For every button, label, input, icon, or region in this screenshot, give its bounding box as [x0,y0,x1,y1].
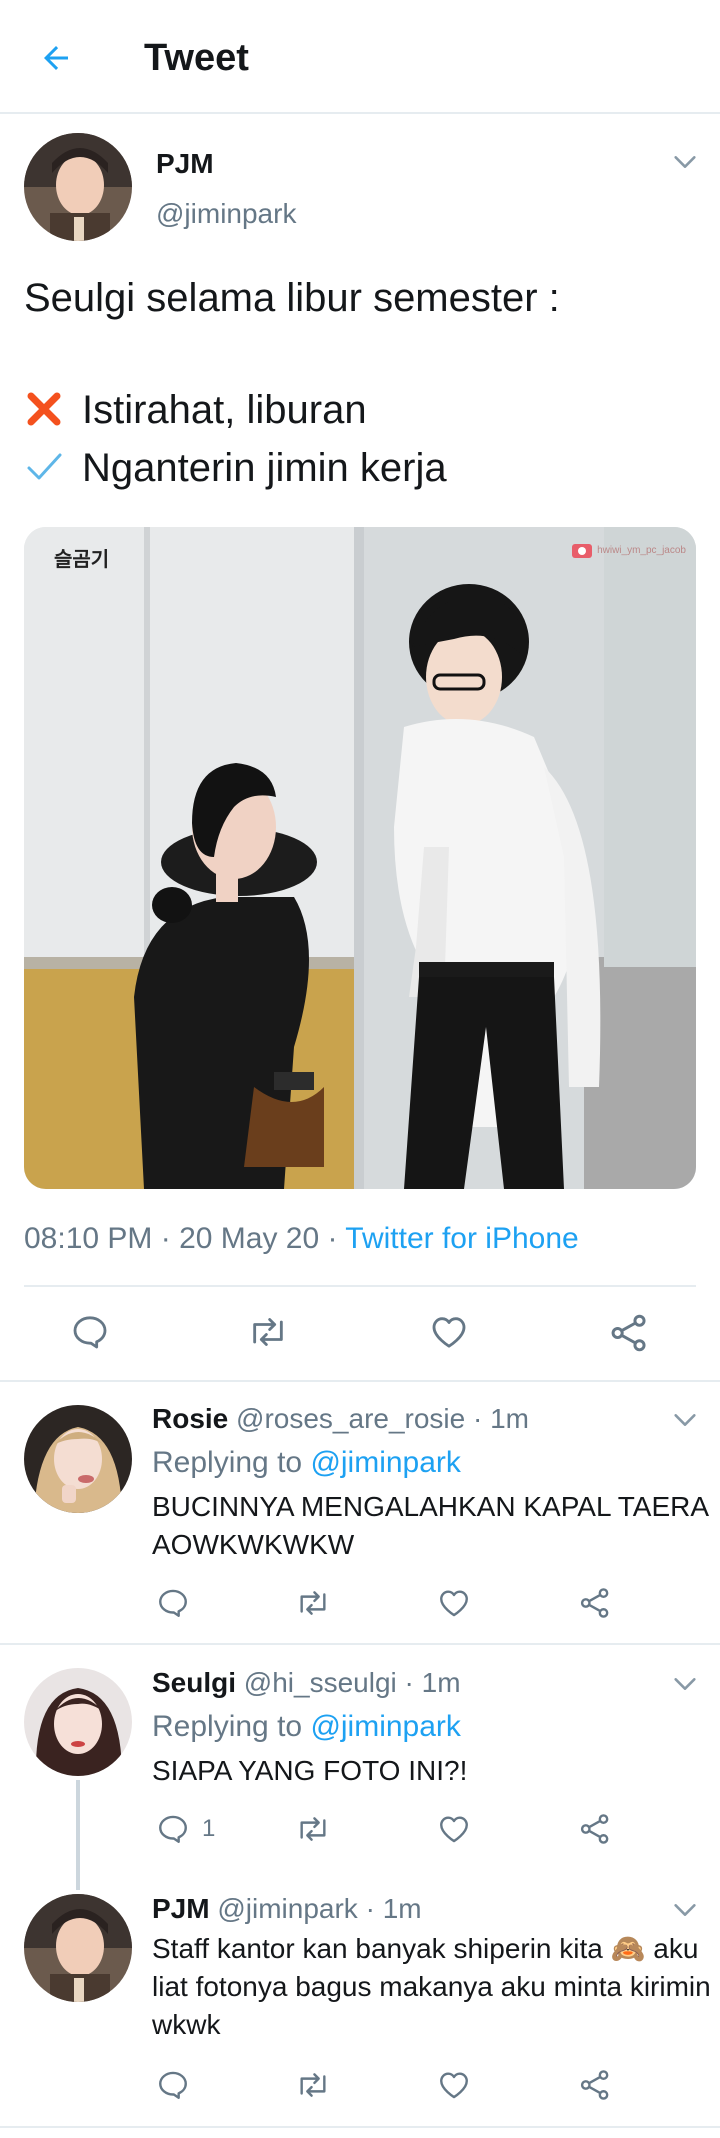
section-divider [0,1380,720,1382]
check-mark-icon [27,453,62,480]
page-title: Tweet [144,37,249,79]
tweet-list-item: Istirahat, liburan [24,384,367,436]
like-button[interactable] [428,1312,470,1352]
reply-button[interactable] [70,1312,110,1352]
reply-header: Rosie @roses_are_rosie · 1m [152,1403,529,1435]
like-button[interactable] [436,2068,472,2102]
header-divider [0,112,720,114]
comment-icon [73,1316,107,1349]
share-button[interactable] [578,1586,612,1620]
reply-button[interactable]: 1 [156,1812,215,1846]
retweet-icon [300,1591,326,1615]
reply-header: Seulgi @hi_sseulgi · 1m [152,1667,461,1699]
share-button[interactable] [578,1812,612,1846]
reply-text: SIAPA YANG FOTO INI?! [152,1755,468,1786]
retweet-button[interactable] [294,1586,332,1620]
reply-text: Staff kantor kan banyak shiperin kita 🙈 … [152,1933,711,2040]
tweet-meta: 08:10 PM · 20 May 20 · Twitter for iPhon… [24,1222,579,1256]
tweet-timestamp: 08:10 PM · 20 May 20 · [24,1222,346,1255]
retweet-icon [300,1817,326,1841]
photo-watermark: 슬곰기 [54,547,110,571]
tweet-source-link[interactable]: Twitter for iPhone [345,1222,578,1255]
thread-connector [76,1780,80,1890]
heart-icon [440,2072,468,2099]
reply-divider [0,2126,720,2128]
comment-icon [159,1589,187,1617]
author-handle[interactable]: @jiminpark [156,198,296,230]
tweet-text-line: Seulgi selama libur semester : [24,276,560,320]
share-icon [580,1814,609,1844]
heart-icon [440,1816,468,1843]
replying-to-link[interactable]: @jiminpark [310,1446,460,1479]
reply-avatar[interactable] [24,1668,132,1776]
tweet-list-text: Istirahat, liburan [82,388,367,432]
tweet-options-button[interactable] [671,148,699,176]
arrow-left-icon [44,46,68,70]
tweet-list-text: Nganterin jimin kerja [82,446,447,490]
comment-icon [159,1815,187,1843]
camera-icon [572,544,593,558]
reply-handle-time[interactable]: @hi_sseulgi · 1m [244,1667,461,1698]
heart-icon [440,1590,468,1617]
reply-author-name[interactable]: Seulgi [152,1667,236,1698]
reply-button[interactable] [156,2068,190,2102]
heart-icon [432,1317,466,1348]
replying-prefix: Replying to [152,1710,311,1743]
retweet-icon [253,1318,283,1346]
share-button[interactable] [608,1312,650,1354]
reply-divider [0,1643,720,1645]
retweet-button[interactable] [294,1812,332,1846]
tweet-photo[interactable]: 슬곰기 hwiwi_ym_pc_jacob [24,527,696,1189]
photo-credit-text: hwiwi_ym_pc_jacob [597,544,686,556]
replying-to-link[interactable]: @jiminpark [310,1710,460,1743]
reply-avatar[interactable] [24,1894,132,2002]
author-avatar[interactable] [24,133,132,241]
comment-icon [159,2071,187,2099]
replying-to: Replying to @jiminpark [152,1710,461,1744]
reply-avatar[interactable] [24,1405,132,1513]
share-icon [580,2070,609,2100]
reply-handle-time[interactable]: @roses_are_rosie · 1m [236,1403,529,1434]
retweet-button[interactable] [294,2068,332,2102]
share-button[interactable] [578,2068,612,2102]
photo-credit: hwiwi_ym_pc_jacob [571,541,686,559]
share-icon [611,1314,646,1352]
retweet-button[interactable] [246,1312,290,1352]
share-icon [580,1588,609,1618]
replying-prefix: Replying to [152,1446,311,1479]
reply-options-button[interactable] [671,1896,699,1924]
reply-options-button[interactable] [671,1670,699,1698]
x-mark-icon [27,392,61,426]
top-app-bar: Tweet [0,0,720,112]
retweet-icon [300,2073,326,2097]
reply-options-button[interactable] [671,1406,699,1434]
meta-divider [24,1285,696,1287]
reply-author-name[interactable]: PJM [152,1893,210,1924]
reply-text: BUCINNYA MENGALAHKAN KAPAL TAERA AOWKWKW… [152,1491,708,1560]
tweet-list-item: Nganterin jimin kerja [24,442,447,494]
chevron-down-icon [674,1678,696,1690]
replying-to: Replying to @jiminpark [152,1446,461,1480]
back-button[interactable] [28,30,84,86]
chevron-down-icon [674,156,696,168]
reply-author-name[interactable]: Rosie [152,1403,228,1434]
reply-header: PJM @jiminpark · 1m [152,1893,422,1925]
like-button[interactable] [436,1812,472,1846]
reply-button[interactable] [156,1586,190,1620]
like-button[interactable] [436,1586,472,1620]
chevron-down-icon [674,1414,696,1426]
reply-count: 1 [202,1815,216,1842]
chevron-down-icon [674,1904,696,1916]
author-name[interactable]: PJM [156,148,214,180]
reply-handle-time[interactable]: @jiminpark · 1m [217,1893,421,1924]
